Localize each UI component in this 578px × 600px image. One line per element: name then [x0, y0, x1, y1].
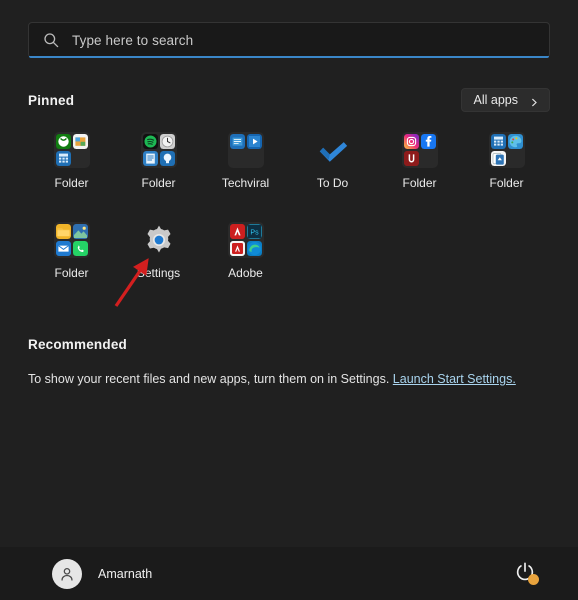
search-placeholder-text: Type here to search: [72, 32, 194, 48]
search-input[interactable]: Type here to search: [28, 22, 550, 58]
paint-icon: [507, 134, 523, 149]
folder-icon: [140, 132, 177, 168]
pinned-tile-adobe[interactable]: Ps Adobe: [202, 216, 289, 290]
facebook-icon: [420, 134, 436, 149]
folder-slot-empty: [247, 151, 262, 166]
pinned-title: Pinned: [28, 92, 75, 108]
clock-icon: [159, 134, 175, 149]
instagram-icon: [403, 134, 419, 149]
whatsapp-icon: [72, 241, 88, 256]
user-avatar-icon: [52, 558, 82, 589]
start-menu-panel: Type here to search Pinned All apps Fold…: [0, 0, 578, 600]
folder-slot-empty: [508, 151, 523, 166]
pinned-tile-folder[interactable]: Folder: [376, 126, 463, 200]
pinned-tile-label: To Do: [316, 176, 349, 190]
photoshop-icon: Ps: [246, 224, 262, 239]
pinned-tile-label: Techviral: [221, 176, 270, 190]
folder-slot-empty: [230, 151, 245, 166]
folder-icon: [53, 222, 90, 258]
folder-icon: [227, 132, 264, 168]
edge-icon: [246, 241, 262, 256]
power-update-badge: [528, 573, 539, 585]
pinned-tile-label: Folder: [402, 176, 437, 190]
svg-text:Ps: Ps: [250, 229, 259, 236]
folder-icon: [488, 132, 525, 168]
pinned-app-grid: Folder Folder Techviral To Do Folder Folder Fo…: [0, 112, 578, 290]
acrobat-icon: [229, 224, 245, 239]
notepad-icon: [142, 151, 158, 166]
all-apps-label: All apps: [473, 93, 518, 107]
pinned-tile-label: Folder: [489, 176, 524, 190]
power-button[interactable]: [514, 561, 540, 587]
user-name-label: Amarnath: [98, 566, 153, 581]
pinned-tile-label: Folder: [54, 176, 89, 190]
photos-icon: [72, 224, 88, 239]
xbox-icon: [55, 134, 71, 149]
pinned-tile-label: Folder: [54, 266, 89, 280]
pinned-tile-label: Settings: [136, 266, 181, 280]
search-icon: [43, 32, 59, 48]
calculator-icon: [490, 134, 506, 149]
pinned-tile-folder[interactable]: Folder: [28, 216, 115, 290]
launch-start-settings-link[interactable]: Launch Start Settings.: [393, 372, 516, 386]
recommended-message-text: To show your recent files and new apps, …: [28, 372, 390, 386]
all-apps-button[interactable]: All apps: [460, 88, 550, 112]
pinned-tile-folder[interactable]: Folder: [115, 126, 202, 200]
video-icon: [246, 134, 262, 149]
chevron-right-icon: [530, 96, 539, 106]
pinned-header: Pinned All apps: [0, 88, 578, 112]
store-icon: [72, 134, 88, 149]
file-explorer-icon: [55, 224, 71, 239]
adobe-red-icon: [229, 241, 245, 256]
folder-icon: Ps: [227, 222, 264, 258]
todo-checkmark-icon: [315, 132, 351, 168]
folder-icon: [401, 132, 438, 168]
pinned-tile-to-do[interactable]: To Do: [289, 126, 376, 200]
folder-slot-empty: [421, 151, 436, 166]
pinned-tile-label: Adobe: [228, 266, 263, 280]
recommended-title: Recommended: [28, 337, 127, 352]
calculator-icon: [55, 151, 71, 166]
pinned-tile-folder[interactable]: Folder: [28, 126, 115, 200]
start-menu-footer: Amarnath: [0, 547, 578, 600]
tips-icon: [159, 151, 175, 166]
uc-browser-icon: [403, 151, 419, 166]
pinned-tile-folder[interactable]: Folder: [463, 126, 550, 200]
pinned-tile-label: Folder: [141, 176, 176, 190]
news-icon: [229, 134, 245, 149]
gear-icon: [141, 222, 177, 258]
mail-icon: [55, 241, 71, 256]
folder-icon: [53, 132, 90, 168]
recommended-header: Recommended: [0, 336, 578, 354]
pinned-tile-settings[interactable]: Settings: [115, 216, 202, 290]
folder-slot-empty: [73, 151, 88, 166]
search-area: Type here to search: [0, 0, 578, 58]
solitaire-icon: [490, 151, 506, 166]
user-account-button[interactable]: Amarnath: [52, 558, 153, 589]
spotify-icon: [142, 134, 158, 149]
pinned-tile-techviral[interactable]: Techviral: [202, 126, 289, 200]
recommended-empty-message: To show your recent files and new apps, …: [0, 372, 578, 386]
